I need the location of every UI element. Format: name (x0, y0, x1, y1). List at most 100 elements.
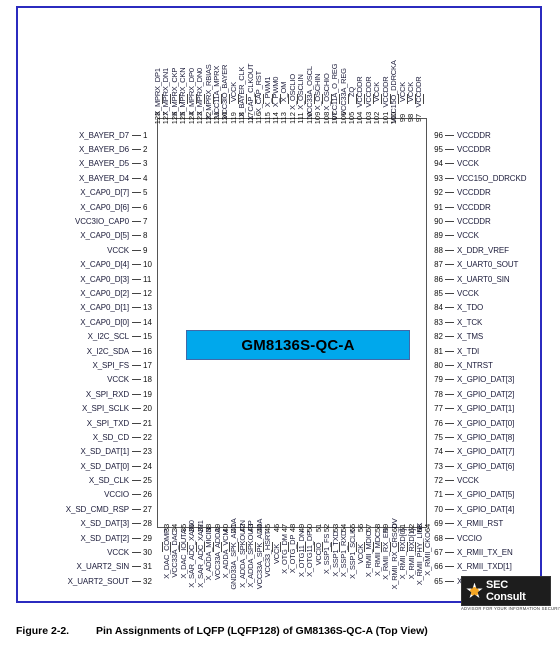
pin-name: X_GPIO_DAT[6] (457, 461, 515, 471)
pin-number: 19 (143, 389, 152, 399)
pin-78: 78 X_GPIO_DAT[2] (427, 387, 557, 401)
pin-lead (132, 436, 141, 438)
pin-name: X_SPI_RXD (85, 389, 129, 399)
pin-22: X_SD_CD 22 (44, 430, 157, 444)
pin-lead (132, 278, 141, 280)
pin-lead (445, 465, 454, 467)
pinout-figure-page: GM8136S-QC-A X_BAYER_D7 1 X_BAYER_D6 2 X_BAY… (0, 0, 560, 655)
pin-name: VCCDDR (457, 202, 491, 212)
pin-lead (445, 451, 454, 453)
pin-11: X_CAP0_D[3] 11 (44, 272, 157, 286)
pin-name: X_MPRX_CKN (178, 67, 188, 117)
pin-lead (132, 177, 141, 179)
pin-14: X_CAP0_D[0] 14 (44, 315, 157, 329)
pin-97: VCCDDR 97 (414, 18, 429, 122)
pin-number: 6 (143, 202, 148, 212)
pin-lead (445, 364, 454, 366)
pin-95: 95 VCCDDR (427, 142, 557, 156)
pin-number: 20 (143, 404, 152, 414)
pin-number: 22 (143, 432, 152, 442)
pin-lead (445, 537, 454, 539)
pin-91: 91 VCCDDR (427, 200, 557, 214)
left-pin-column: X_BAYER_D7 1 X_BAYER_D6 2 X_BAYER_D5 3 X_BAYER… (44, 128, 157, 589)
pin-number: 100 (389, 111, 399, 125)
pin-name: X_SD_DAT[0] (80, 461, 129, 471)
pin-21: X_SPI_TXD 21 (44, 416, 157, 430)
pin-4: X_BAYER_D4 4 (44, 171, 157, 185)
pin-lead (132, 149, 141, 151)
pin-lead (132, 235, 141, 237)
pin-lead (445, 206, 454, 208)
pin-5: X_CAP0_D[7] 5 (44, 186, 157, 200)
pin-name: X_SPI_FS (92, 360, 129, 370)
pin-19: X_SPI_RXD 19 (44, 387, 157, 401)
pin-name: X_OSCHIN (313, 73, 323, 111)
pin-lead (445, 321, 454, 323)
pin-number: 74 (434, 447, 443, 457)
pin-number: 84 (434, 303, 443, 313)
pin-name: X_CAP_RST (254, 71, 264, 113)
pin-3: X_BAYER_D5 3 (44, 157, 157, 171)
pin-number: 9 (143, 245, 148, 255)
pin-name: X_UART0_SOUT (457, 260, 519, 270)
pin-83: 83 X_TCK (427, 315, 557, 329)
pin-number: 79 (434, 375, 443, 385)
pin-name: X_GPIO_DAT[3] (457, 375, 515, 385)
pin-name: X_NTRST (457, 360, 493, 370)
pin-lead (132, 321, 141, 323)
pin-name: VCCIO (457, 533, 482, 543)
pin-number: 77 (434, 404, 443, 414)
star-icon (466, 582, 483, 598)
pin-lead (132, 350, 141, 352)
pin-lead (423, 94, 425, 104)
pin-number: 118 (237, 112, 247, 124)
pin-number: 31 (143, 562, 152, 572)
pin-69: 69 X_RMII_RST (427, 517, 557, 531)
pin-number: 82 (434, 332, 443, 342)
pin-74: 74 X_GPIO_DAT[7] (427, 445, 557, 459)
pin-lead (132, 422, 141, 424)
pin-number: 95 (434, 145, 443, 155)
pin-name: VCC15O_DDRCKD (457, 173, 527, 183)
pin-name: VCC3IO_CAP0 (74, 217, 129, 227)
pin-82: 82 X_TMS (427, 329, 557, 343)
pin-lead (445, 249, 454, 251)
pin-88: 88 X_DDR_VREF (427, 243, 557, 257)
pin-number: 64 (423, 523, 433, 533)
pin-72: 72 VCCK (427, 473, 557, 487)
pin-name: VCCIO (104, 490, 129, 500)
pin-number: 78 (434, 389, 443, 399)
pin-lead (445, 494, 454, 496)
pin-lead (445, 192, 454, 194)
pin-6: X_CAP0_D[6] 6 (44, 200, 157, 214)
pin-number: 1 (143, 130, 148, 140)
pin-number: 11 (143, 274, 152, 284)
pin-name: VCCDDR (457, 217, 491, 227)
pin-76: 76 X_GPIO_DAT[0] (427, 416, 557, 430)
pin-lead (445, 379, 454, 381)
pin-15: X_I2C_SCL 15 (44, 329, 157, 343)
pin-lead (445, 278, 454, 280)
top-pin-row: X_MPRX_DP1 128 X_MPRX_DN1 127 X_MPRX_CKP 126 X… (153, 18, 429, 124)
pin-67: 67 X_RMII_TX_EN (427, 545, 557, 559)
pin-name: X_SD_DAT[2] (80, 533, 129, 543)
pin-name: VCCK (107, 375, 129, 385)
pin-number: 4 (143, 173, 148, 183)
pin-24: X_SD_DAT[0] 24 (44, 459, 157, 473)
pin-number: 111 (296, 112, 306, 124)
pin-number: 91 (434, 202, 443, 212)
pin-16: X_I2C_SDA 16 (44, 344, 157, 358)
pin-name: X_MPRX_DN0 (195, 67, 205, 117)
pin-13: X_CAP0_D[1] 13 (44, 301, 157, 315)
pin-lead (445, 235, 454, 237)
pin-10: X_CAP0_D[4] 10 (44, 258, 157, 272)
pin-number: 88 (434, 245, 443, 255)
pin-18: VCCK 18 (44, 373, 157, 387)
pin-96: 96 VCCDDR (427, 128, 557, 142)
pin-name: X_GPIO_DAT[8] (457, 432, 515, 442)
pin-number: 116 (254, 112, 264, 124)
pin-number: 15 (143, 332, 152, 342)
pin-name: X_SPI_SCLK (81, 404, 129, 414)
pin-84: 84 X_TDO (427, 301, 557, 315)
pin-1: X_BAYER_D7 1 (44, 128, 157, 142)
